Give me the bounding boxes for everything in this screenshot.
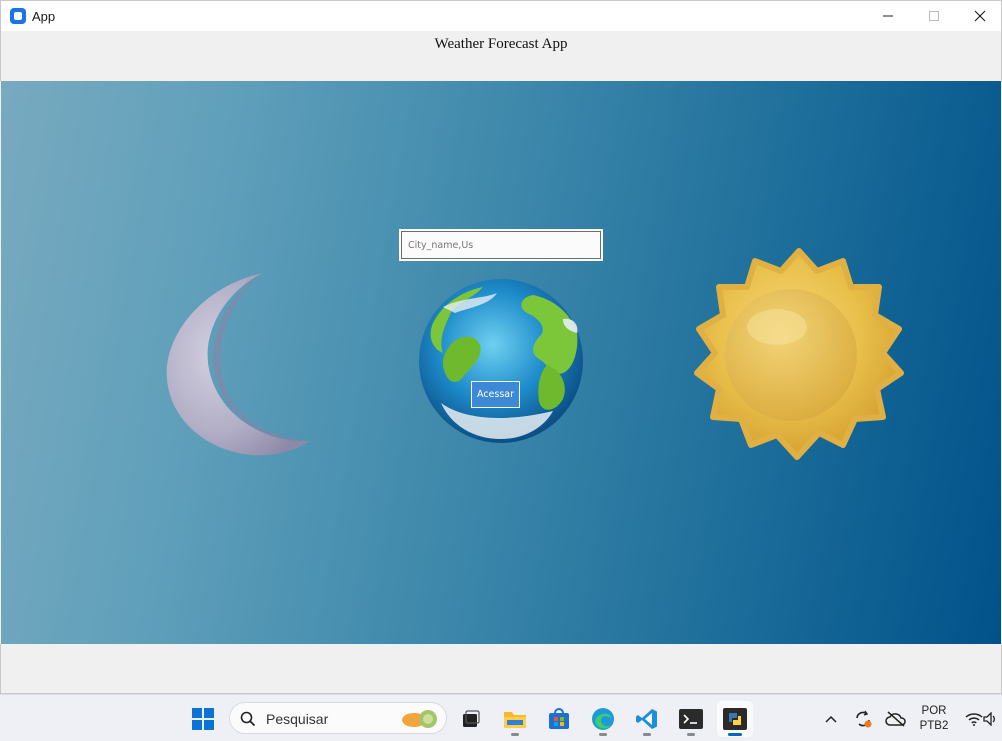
task-view-icon bbox=[463, 710, 480, 727]
python-app-button[interactable] bbox=[717, 701, 753, 737]
volume-icon bbox=[983, 712, 995, 726]
microsoft-store-button[interactable] bbox=[541, 701, 577, 737]
weather-scene: Acessar bbox=[1, 81, 1001, 644]
acessar-button[interactable]: Acessar bbox=[471, 381, 520, 408]
running-indicator bbox=[687, 733, 695, 736]
minimize-button[interactable] bbox=[865, 1, 911, 31]
vscode-button[interactable] bbox=[629, 701, 665, 737]
minimize-icon bbox=[883, 15, 893, 17]
vscode-icon bbox=[636, 709, 657, 729]
maximize-icon bbox=[929, 11, 939, 21]
app-icon bbox=[10, 8, 26, 24]
earth-globe-illustration bbox=[419, 279, 583, 443]
edge-icon bbox=[592, 708, 614, 730]
keyboard-layout-label: PTB2 bbox=[919, 720, 949, 732]
window-title: App bbox=[32, 9, 56, 24]
close-icon bbox=[974, 10, 986, 22]
footer-band bbox=[0, 644, 1002, 694]
running-indicator bbox=[643, 733, 651, 736]
search-highlight-icon bbox=[402, 710, 437, 728]
search-placeholder: Pesquisar bbox=[266, 711, 329, 727]
sync-status-button[interactable] bbox=[846, 701, 880, 737]
python-icon bbox=[723, 708, 747, 730]
file-explorer-button[interactable] bbox=[497, 701, 533, 737]
city-input[interactable] bbox=[399, 229, 603, 261]
folder-icon bbox=[504, 712, 526, 728]
sync-icon bbox=[856, 710, 872, 728]
store-icon bbox=[549, 708, 569, 729]
moon-illustration bbox=[166, 273, 309, 456]
start-button[interactable] bbox=[185, 701, 221, 737]
input-language-indicator[interactable]: POR PTB2 bbox=[916, 704, 952, 734]
chevron-up-icon bbox=[825, 715, 837, 723]
terminal-button[interactable] bbox=[673, 701, 709, 737]
cloud-offline-icon bbox=[885, 711, 906, 727]
edge-button[interactable] bbox=[585, 701, 621, 737]
maximize-button[interactable] bbox=[911, 1, 957, 31]
running-indicator bbox=[511, 733, 519, 736]
search-icon bbox=[240, 711, 256, 727]
wifi-icon bbox=[965, 713, 983, 726]
terminal-icon bbox=[679, 709, 703, 729]
taskbar-search[interactable]: Pesquisar bbox=[229, 702, 447, 734]
active-indicator bbox=[728, 733, 742, 736]
windows-logo-icon bbox=[192, 708, 214, 730]
app-title: Weather Forecast App bbox=[434, 36, 568, 52]
show-hidden-icons-button[interactable] bbox=[814, 701, 848, 737]
header-band: Weather Forecast App bbox=[0, 31, 1002, 81]
task-view-button[interactable] bbox=[453, 701, 489, 737]
running-indicator bbox=[599, 733, 607, 736]
taskbar: Pesquisar POR PTB2 bbox=[0, 694, 1002, 741]
network-volume-button[interactable] bbox=[958, 701, 1002, 737]
language-label: POR bbox=[921, 705, 947, 717]
sun-illustration bbox=[694, 248, 904, 460]
window-titlebar: App bbox=[0, 0, 1002, 31]
onedrive-button[interactable] bbox=[879, 701, 913, 737]
close-button[interactable] bbox=[957, 1, 1002, 31]
